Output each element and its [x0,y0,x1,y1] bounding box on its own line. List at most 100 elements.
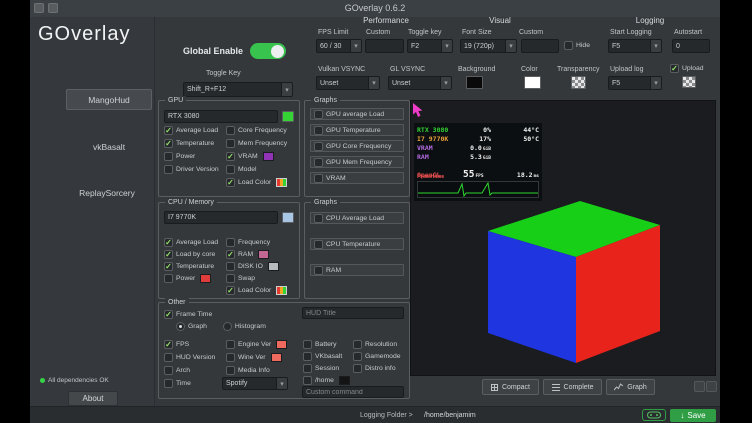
custom-command-input[interactable] [302,386,404,398]
hud-ram-label: RAM [417,153,463,161]
monitor-icon[interactable] [34,3,44,13]
checkbox-arch[interactable]: Arch [164,364,215,377]
about-button[interactable]: About [68,391,118,406]
autostart-input[interactable] [672,39,710,53]
toggle-key-select[interactable]: Shift_R+F12 ▾ [183,82,293,97]
checkbox-cpu-average-load[interactable]: CPU Average Load [310,212,404,224]
vulkan-vsync-select[interactable]: Unset ▾ [316,76,380,90]
background-color-swatch[interactable] [466,76,483,89]
text-color-swatch[interactable] [524,76,541,89]
sidebar-item-mangohud[interactable]: MangoHud [66,89,152,110]
checkbox-load-by-core[interactable]: ✓Load by core [164,248,218,260]
perf-toggle-key-select[interactable]: F2 ▾ [407,39,453,53]
checkbox-core-frequency[interactable]: Core Frequency [226,124,287,137]
checkbox-power[interactable]: Power [164,150,219,163]
checkbox-load-color[interactable]: ✓Load Color [226,284,287,296]
chevron-down-icon: ▾ [276,378,287,389]
checkbox-fps[interactable]: ✓FPS [164,338,215,351]
checkbox-disk-io[interactable]: DISK IO [226,260,287,272]
perf-custom-input[interactable] [365,39,404,53]
upload-log-select[interactable]: F5 ▾ [608,76,662,90]
checkbox-time[interactable]: Time [164,377,215,390]
color-swatch[interactable] [258,250,269,259]
checkbox-cpu-temperature[interactable]: CPU Temperature [310,238,404,250]
transparency-icon[interactable] [571,76,586,89]
start-logging-value: F5 [609,40,650,52]
checkbox-average-load[interactable]: ✓Average Load [164,124,219,137]
font-size-select[interactable]: 19 (720p) ▾ [460,39,517,53]
cpu-color-swatch[interactable] [282,212,294,223]
checkbox-ram[interactable]: ✓RAM [226,248,287,260]
color-swatch[interactable] [263,152,274,161]
checkbox-load-color[interactable]: ✓Load Color [226,176,287,189]
color-swatch[interactable] [276,340,287,349]
checkbox-upload[interactable]: ✓Upload [670,64,704,73]
checkbox-battery[interactable]: Battery [303,338,350,350]
checkbox-gpu-core-frequency[interactable]: GPU Core Frequency [310,140,404,152]
checkbox-hide[interactable]: Hide [564,41,590,50]
gpu-color-swatch[interactable] [282,111,294,122]
gpu-checkbox-col2: Core Frequency Mem Frequency✓VRAMModel✓Lo… [226,124,287,189]
checkbox-gamemode[interactable]: Gamemode [353,350,401,362]
complete-button[interactable]: Complete [543,379,602,395]
color-swatch[interactable] [268,262,279,271]
preview-extra-button-2[interactable] [706,381,717,392]
media-player-select[interactable]: Spotify ▾ [222,377,288,390]
checkbox-temperature[interactable]: ✓Temperature [164,137,219,150]
radio-histogram[interactable]: Histogram [223,322,266,331]
checkbox-engine-ver[interactable]: Engine Ver [226,338,287,351]
gamepad-button[interactable] [642,409,666,421]
checkbox-distro-info[interactable]: Distro info [353,362,401,374]
compact-button[interactable]: Compact [482,379,539,395]
checkbox-vkbasalt[interactable]: VKbasalt [303,350,350,362]
global-enable-toggle[interactable] [250,43,286,59]
checkbox-model[interactable]: Model [226,163,287,176]
checkbox-vram[interactable]: ✓VRAM [226,150,287,163]
position-cursor-icon[interactable] [413,103,424,118]
cpu-name-input[interactable] [164,211,278,224]
checkbox-label: Core Frequency [238,127,287,134]
upload-preview-swatch[interactable] [682,76,696,88]
color-swatch[interactable] [200,274,211,283]
checkbox-label: Power [176,275,195,282]
checkbox-wine-ver[interactable]: Wine Ver [226,351,287,364]
checkbox-gpu-mem-frequency[interactable]: GPU Mem Frequency [310,156,404,168]
fps-limit-select[interactable]: 60 / 30 ▾ [316,39,362,53]
color-swatch[interactable] [339,376,350,385]
checkbox-hud-version[interactable]: HUD Version [164,351,215,364]
preview-extra-button-1[interactable] [694,381,705,392]
checkbox-gpu-temperature[interactable]: GPU Temperature [310,124,404,136]
checkbox-icon [314,266,323,275]
hud-title-input[interactable] [302,307,404,319]
visual-custom-input[interactable] [521,39,559,53]
camera-icon[interactable] [48,3,58,13]
color-swatch[interactable] [276,286,287,295]
checkbox-frequency[interactable]: Frequency [226,236,287,248]
checkbox-temperature[interactable]: ✓Temperature [164,260,218,272]
gl-vsync-select[interactable]: Unset ▾ [388,76,452,90]
radio-graph[interactable]: Graph [176,322,207,331]
checkbox-vram[interactable]: VRAM [310,172,404,184]
checkbox-average-load[interactable]: ✓Average Load [164,236,218,248]
logging-folder-path[interactable]: /home/benjamim [424,407,476,423]
checkbox-mem-frequency[interactable]: Mem Frequency [226,137,287,150]
checkbox-frame-time[interactable]: ✓Frame Time [164,308,212,321]
checkbox-home[interactable]: /home [303,374,350,386]
color-swatch[interactable] [271,353,282,362]
color-swatch[interactable] [276,178,287,187]
sidebar-item-replaysorcery[interactable]: ReplaySorcery [60,183,154,204]
graph-button[interactable]: Graph [606,379,655,395]
checkbox-gpu-average-load[interactable]: GPU average Load [310,108,404,120]
checkbox-session[interactable]: Session [303,362,350,374]
checkbox-ram[interactable]: RAM [310,264,404,276]
save-button[interactable]: ↓ Save [670,409,716,422]
start-logging-select[interactable]: F5 ▾ [608,39,662,53]
gpu-name-input[interactable] [164,110,278,123]
checkbox-power[interactable]: Power [164,272,218,284]
checkbox-driver-version[interactable]: Driver Version [164,163,219,176]
checkbox-swap[interactable]: Swap [226,272,287,284]
sidebar-item-vkbasalt[interactable]: vkBasalt [66,137,152,158]
checkbox-media-info[interactable]: Media Info [226,364,287,377]
checkbox-resolution[interactable]: Resolution [353,338,401,350]
checkbox-label: Engine Ver [238,341,271,348]
